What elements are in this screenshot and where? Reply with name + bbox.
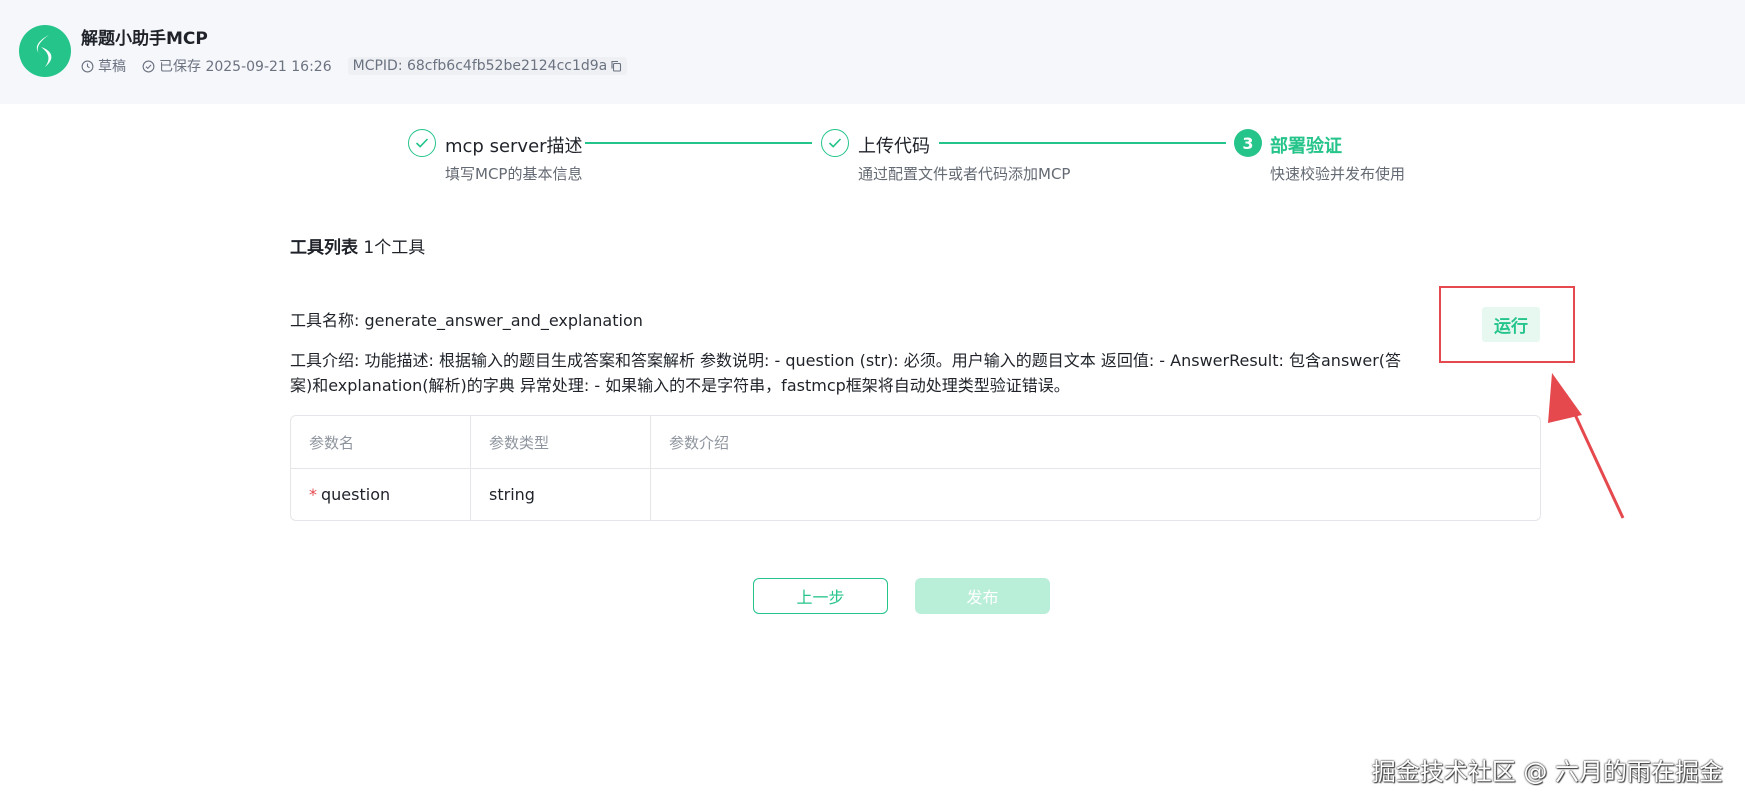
step-2-title: 上传代码 [858,136,930,157]
tool-description: 工具介绍: 功能描述: 根据输入的题目生成答案和答案解析 参数说明: - que… [290,351,1402,395]
check-circle-icon [142,60,155,72]
step-2-check-icon [821,129,849,157]
draft-status: 草稿 [81,56,126,76]
saved-status-text: 已保存 2025-09-21 16:26 [159,59,332,75]
params-table: 参数名 参数类型 参数介绍 * question string [290,415,1541,521]
table-row: * question string [291,468,1540,520]
prev-step-button[interactable]: 上一步 [753,578,888,614]
required-marker: * [309,485,317,504]
step-3-title: 部署验证 [1270,136,1342,157]
copy-icon[interactable] [610,60,622,72]
param-type: string [471,469,651,520]
step-1-title: mcp server描述 [445,136,583,157]
header-param-type: 参数类型 [471,416,651,468]
leaf-logo-icon [36,35,52,67]
tool-name: 工具名称: generate_answer_and_explanation [290,311,643,330]
tool-list-title: 工具列表 [290,238,358,258]
run-button[interactable]: 运行 [1482,307,1540,342]
watermark: 掘金技术社区 @ 六月的雨在掘金 [1371,758,1723,786]
saved-status: 已保存 2025-09-21 16:26 [142,56,332,76]
meta-row: 草稿 已保存 2025-09-21 16:26 MCPID: 68cfb6c4f… [81,55,628,77]
app-header: 解题小助手MCP 草稿 已保存 2025-09-21 16:26 MCPID: … [0,0,1745,104]
draft-status-text: 草稿 [98,59,126,75]
step-1-desc: 填写MCP的基本信息 [445,165,583,183]
param-desc [651,469,1540,520]
tool-list-heading: 工具列表 1个工具 [290,233,425,258]
step-1-check-icon [408,129,436,157]
table-header-row: 参数名 参数类型 参数介绍 [291,416,1540,468]
tool-count: 1个工具 [363,238,426,258]
publish-button[interactable]: 发布 [915,578,1050,614]
app-logo [19,25,71,77]
step-3-number: 3 [1234,129,1262,157]
app-title: 解题小助手MCP [81,29,208,49]
step-3-desc: 快速校验并发布使用 [1270,165,1406,183]
mcpid-badge: MCPID: 68cfb6c4fb52be2124cc1d9a [347,57,628,75]
clock-icon [81,60,94,72]
step-connector-2 [939,142,1226,144]
annotation-arrow-icon [1548,373,1625,519]
step-connector-1 [585,142,812,144]
header-param-desc: 参数介绍 [669,433,730,452]
header-param-name: 参数名 [291,416,471,468]
param-name: question [321,485,391,504]
mcpid-text: MCPID: 68cfb6c4fb52be2124cc1d9a [352,58,608,74]
step-2-desc: 通过配置文件或者代码添加MCP [858,165,1071,183]
page: 解题小助手MCP 草稿 已保存 2025-09-21 16:26 MCPID: … [0,0,1745,804]
param-name-cell: * question [291,469,471,520]
